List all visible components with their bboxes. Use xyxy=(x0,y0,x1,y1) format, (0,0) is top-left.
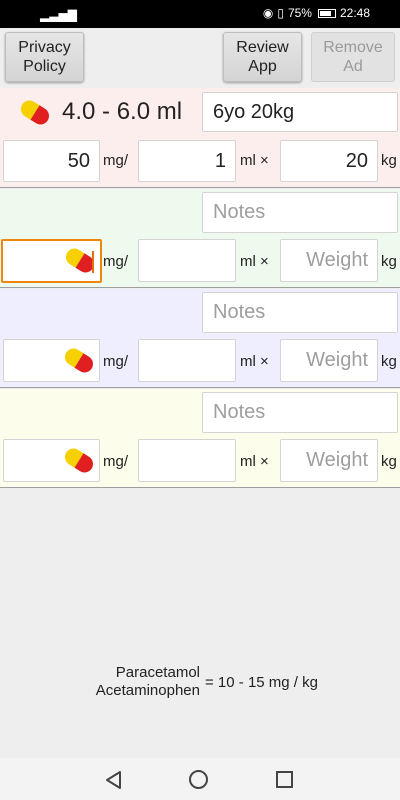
drug-name-acetaminophen: Acetaminophen xyxy=(95,682,200,699)
status-right: ◉ ▯ 75% 22:48 xyxy=(263,6,370,20)
recent-apps-icon[interactable] xyxy=(276,771,293,788)
dose-panel-2: Notes mg/ ml × Weight kg xyxy=(0,189,400,288)
dose-result: 4.0 - 6.0 ml xyxy=(17,96,183,128)
back-icon[interactable] xyxy=(104,770,124,790)
dose-panel-3: Notes mg/ ml × Weight kg xyxy=(0,289,400,388)
mg-field[interactable]: 50 xyxy=(3,140,100,182)
pill-icon xyxy=(61,445,97,476)
vibrate-icon: ▯ xyxy=(277,6,284,20)
ml-field[interactable] xyxy=(138,239,236,282)
review-app-button[interactable]: Review App xyxy=(223,32,302,82)
dose-result-text: 4.0 - 6.0 ml xyxy=(62,98,183,125)
ml-field[interactable] xyxy=(138,339,236,382)
mg-field[interactable] xyxy=(3,439,100,482)
drug-names: Paracetamol Acetaminophen xyxy=(96,664,200,700)
kg-unit-label: kg xyxy=(381,152,397,169)
pill-icon xyxy=(17,96,53,128)
ml-unit-label: ml × xyxy=(240,152,269,169)
kg-unit-label: kg xyxy=(381,253,397,270)
weight-field[interactable]: Weight xyxy=(280,439,378,482)
dose-panel-1: 4.0 - 6.0 ml 6yo 20kg 50 mg/ 1 ml × 20 k… xyxy=(0,88,400,188)
remove-ad-button[interactable]: Remove Ad xyxy=(311,32,395,82)
mg-field[interactable] xyxy=(1,239,102,283)
toolbar: Privacy Policy Review App Remove Ad xyxy=(0,28,400,86)
drug-name-paracetamol: Paracetamol xyxy=(115,664,200,681)
notes-field[interactable]: Notes xyxy=(202,292,398,333)
notes-field[interactable]: Notes xyxy=(202,192,398,233)
kg-unit-label: kg xyxy=(381,353,397,370)
mg-field[interactable] xyxy=(3,339,100,382)
weight-field[interactable]: Weight xyxy=(280,339,378,382)
clock: 22:48 xyxy=(339,6,370,20)
navigation-bar xyxy=(0,758,400,800)
ml-field[interactable]: 1 xyxy=(138,140,236,182)
pill-icon xyxy=(61,345,97,376)
notes-field[interactable]: Notes xyxy=(202,392,398,433)
mg-unit-label: mg/ xyxy=(103,152,129,169)
kg-unit-label: kg xyxy=(381,453,397,470)
home-icon[interactable] xyxy=(189,770,208,789)
ml-unit-label: ml × xyxy=(240,453,269,470)
dose-panel-4: Notes mg/ ml × Weight kg xyxy=(0,389,400,488)
weight-field[interactable]: 20 xyxy=(280,140,378,182)
dosage-equation: = 10 - 15 mg / kg xyxy=(205,674,318,691)
battery-percent: 75% xyxy=(287,6,312,20)
ml-unit-label: ml × xyxy=(240,353,269,370)
dosage-formula: Paracetamol Acetaminophen = 10 - 15 mg /… xyxy=(0,664,400,704)
ml-field[interactable] xyxy=(138,439,236,482)
mg-unit-label: mg/ xyxy=(103,453,129,470)
weight-field[interactable]: Weight xyxy=(280,239,378,282)
signal-icon: ▂▃▅▇ xyxy=(40,8,77,22)
text-cursor xyxy=(92,251,94,273)
notes-field[interactable]: 6yo 20kg xyxy=(202,92,398,132)
privacy-policy-button[interactable]: Privacy Policy xyxy=(5,32,84,82)
ml-unit-label: ml × xyxy=(240,253,269,270)
status-bar: ▂▃▅▇ ◉ ▯ 75% 22:48 xyxy=(0,0,400,28)
battery-icon xyxy=(317,8,336,18)
mg-unit-label: mg/ xyxy=(103,253,129,270)
mg-unit-label: mg/ xyxy=(103,353,129,370)
eye-icon: ◉ xyxy=(262,6,274,20)
